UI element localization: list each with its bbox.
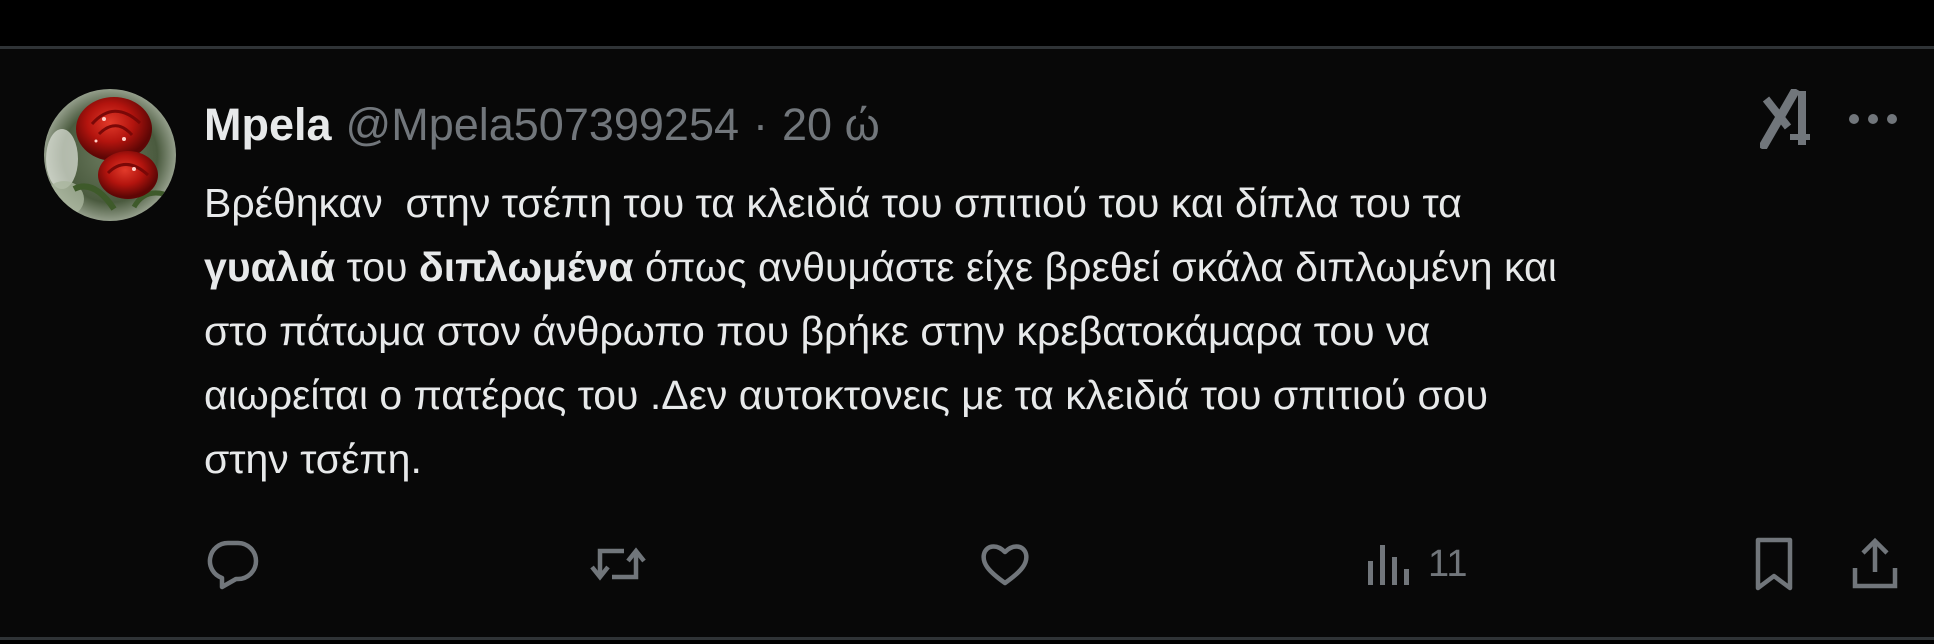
avatar[interactable] — [44, 89, 176, 221]
tweet-card[interactable]: Mpela @Mpela507399254 · 20 ώ Βρέθηκαν στ… — [0, 49, 1934, 637]
action-bar: 11 — [0, 529, 1934, 599]
reply-icon — [207, 540, 259, 590]
red-rose-avatar-image — [44, 89, 176, 221]
more-icon[interactable] — [1846, 109, 1900, 129]
grok-icon[interactable] — [1757, 86, 1814, 152]
share-button[interactable] — [1850, 529, 1900, 599]
reply-button[interactable] — [206, 529, 260, 599]
bookmark-button[interactable] — [1752, 529, 1796, 599]
repost-icon — [590, 547, 646, 581]
separator-dot: · — [753, 99, 769, 150]
tweet-text-bold-glasses: γυαλιά — [204, 244, 336, 290]
bottom-divider — [0, 637, 1934, 640]
bookmark-icon — [1755, 537, 1793, 591]
author-handle[interactable]: @Mpela507399254 — [346, 99, 740, 151]
tweet-header: Mpela @Mpela507399254 · 20 ώ — [204, 95, 880, 155]
tweet-text: Βρέθηκαν στην τσέπη του τα κλειδιά του σ… — [204, 171, 1884, 491]
like-icon — [981, 544, 1029, 586]
like-button[interactable] — [978, 529, 1032, 599]
tweet-text-bold-folded: διπλωμένα — [418, 244, 634, 290]
views-count: 11 — [1428, 542, 1468, 585]
share-icon — [1852, 537, 1898, 589]
views-button[interactable]: 11 — [1366, 529, 1467, 599]
author-name[interactable]: Mpela — [204, 99, 332, 151]
views-icon — [1368, 545, 1409, 585]
tweet-text-line-1: Βρέθηκαν στην τσέπη του τα κλειδιά του σ… — [204, 180, 1462, 226]
repost-button[interactable] — [588, 529, 648, 599]
top-strip — [0, 0, 1934, 46]
tweet-time[interactable]: 20 ώ — [782, 99, 880, 151]
tweet-text-segment: του — [335, 244, 419, 290]
